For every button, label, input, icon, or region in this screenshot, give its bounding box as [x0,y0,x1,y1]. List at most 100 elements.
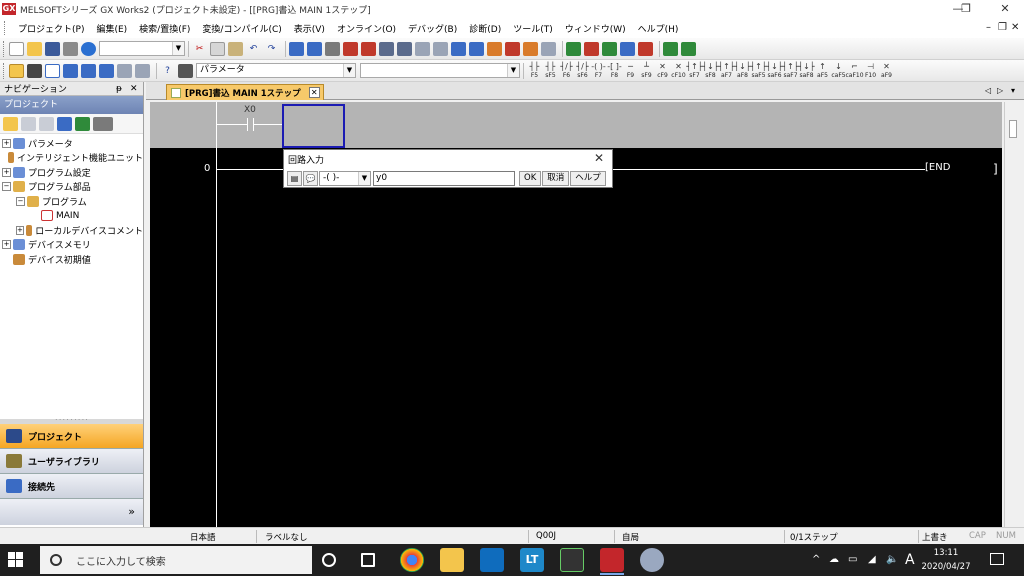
redo-icon[interactable]: ↷ [264,42,279,56]
simulation-icon[interactable] [505,41,520,56]
mdi-close-button[interactable]: ✕ [1011,22,1019,33]
onedrive-icon[interactable]: ☁ [829,544,839,576]
menu-diagnostics[interactable]: 診断(D) [463,22,507,35]
notification-icon[interactable] [990,553,1004,565]
cortana-icon[interactable] [322,553,336,567]
tab-list-icon[interactable]: ▾ [1011,82,1015,100]
search-combo[interactable]: ▼ [360,63,520,78]
menu-help[interactable]: ヘルプ(H) [632,22,685,35]
zoom-icon[interactable] [135,63,150,78]
help-button[interactable]: ヘルプ [570,170,606,186]
tab-next-icon[interactable]: ▷ [997,82,1003,100]
pin-icon[interactable]: ᵽ [116,82,122,96]
remote-operation-icon[interactable] [397,41,412,56]
cross-reference-icon[interactable] [663,41,678,56]
fkey-button[interactable]: ┤↑├ saF7 [782,62,798,79]
mdi-minimize-button[interactable]: – [986,22,991,33]
arrow-app-icon[interactable] [560,548,584,572]
tree-item[interactable]: + デバイスメモリ [0,238,143,253]
read-from-plc-icon[interactable] [361,41,376,56]
device-batch2-icon[interactable] [81,63,96,78]
new-file-icon[interactable] [9,41,24,56]
menu-project[interactable]: プロジェクト(P) [12,22,90,35]
fkey-button[interactable]: ┤├ F5 [527,62,542,79]
menu-online[interactable]: オンライン(O) [331,22,402,35]
lt-app-icon[interactable]: LT [520,548,544,572]
tree-item[interactable]: − プログラム部品 [0,180,143,195]
convert-all-icon[interactable] [584,41,599,56]
refresh-icon[interactable] [75,116,90,131]
menu-view[interactable]: 表示(V) [288,22,331,35]
fkey-button[interactable]: ┤↑├ sF7 [686,62,702,79]
gx-works-icon[interactable] [600,548,624,572]
device-batch-icon[interactable] [63,63,78,78]
menu-find-replace[interactable]: 検索/置換(F) [133,22,196,35]
fkey-button[interactable]: ⌐ caF10 [845,62,863,79]
menu-window[interactable]: ウィンドウ(W) [559,22,632,35]
fkey-button[interactable]: ─ F9 [623,62,638,79]
nav-project-button[interactable]: プロジェクト [0,424,143,449]
nav-library-button[interactable]: ユーザライブラリ [0,449,143,474]
help-icon[interactable] [81,41,96,56]
fkey-button[interactable]: ┴ sF9 [639,62,654,79]
fkey-button[interactable]: -( )- F7 [591,62,606,79]
fkey-button[interactable]: ↓ caF5 [831,62,846,79]
expand-icon[interactable]: + [16,225,24,235]
collapse-icon[interactable]: − [2,182,11,192]
tree-item[interactable]: + ローカルデバイスコメント [0,223,143,238]
ok-button[interactable]: OK [519,170,542,186]
ladder-canvas[interactable] [150,148,1002,527]
close-icon[interactable]: ✕ [130,82,138,96]
tree-item[interactable]: + パラメータ [0,136,143,151]
tray-chevron-icon[interactable]: ^ [812,544,820,576]
window-list-icon[interactable] [541,41,556,56]
device-comment-icon[interactable] [45,63,60,78]
tree-item[interactable]: MAIN [0,209,143,224]
taskbar-clock[interactable]: 13:11 2020/04/27 [918,546,974,574]
tree-item[interactable]: − プログラム [0,194,143,209]
paste-icon[interactable] [228,41,243,56]
menu-debug[interactable]: デバッグ(B) [402,22,463,35]
scroll-thumb[interactable] [1009,120,1017,138]
device-list-icon[interactable] [681,41,696,56]
close-window-button[interactable]: ✕ [986,0,1024,18]
copy-data-icon[interactable] [21,116,36,131]
fkey-button[interactable]: ✕ aF9 [879,62,894,79]
comment-icon[interactable]: 💬 [303,170,318,186]
watch-register-icon[interactable] [117,63,132,78]
transfer-icon[interactable] [620,41,635,56]
parameter-combo[interactable]: パラメータ ▼ [196,63,356,78]
cancel-button[interactable]: 取消 [542,170,570,186]
label-icon[interactable] [27,63,42,78]
task-view-icon[interactable] [361,553,375,567]
navigation-toggle-icon[interactable] [9,63,24,78]
expand-icon[interactable]: + [2,167,11,177]
taskbar-search-box[interactable]: ここに入力して検索 [40,546,312,574]
ladder-cursor[interactable] [282,104,345,148]
fkey-button[interactable]: ✕ cF10 [671,62,686,79]
diagnostics-icon[interactable] [523,41,538,56]
tree-item[interactable]: インテリジェント機能ユニット [0,151,143,166]
fkey-button[interactable]: ┤├ sF5 [543,62,558,79]
cut-icon[interactable]: ✂ [192,42,207,56]
mdi-restore-button[interactable]: ❐ [998,22,1007,33]
wifi-icon[interactable]: ◢ [868,544,876,576]
chrome-icon[interactable] [400,548,424,572]
instruction-type-select[interactable]: -( )- ▼ [319,170,371,186]
start-monitor-icon[interactable] [451,41,466,56]
device-search-icon[interactable] [289,41,304,56]
print-icon[interactable] [63,41,78,56]
undo-icon[interactable]: ↶ [246,42,261,56]
new-data-icon[interactable] [3,116,18,131]
instruction-input[interactable] [373,170,515,186]
file-explorer-icon[interactable] [440,548,464,572]
nav-more-button[interactable]: » [0,499,143,525]
instruction-search-icon[interactable] [325,41,340,56]
collapse-icon[interactable]: − [16,196,25,206]
expand-icon[interactable]: + [2,138,11,148]
tree-item[interactable]: デバイス初期値 [0,252,143,267]
fkey-button[interactable]: -[ ]- F8 [607,62,622,79]
ime-icon[interactable]: A [905,544,915,576]
ladder-edit-row[interactable] [150,102,1002,148]
help-search-icon[interactable]: ? [160,64,175,78]
